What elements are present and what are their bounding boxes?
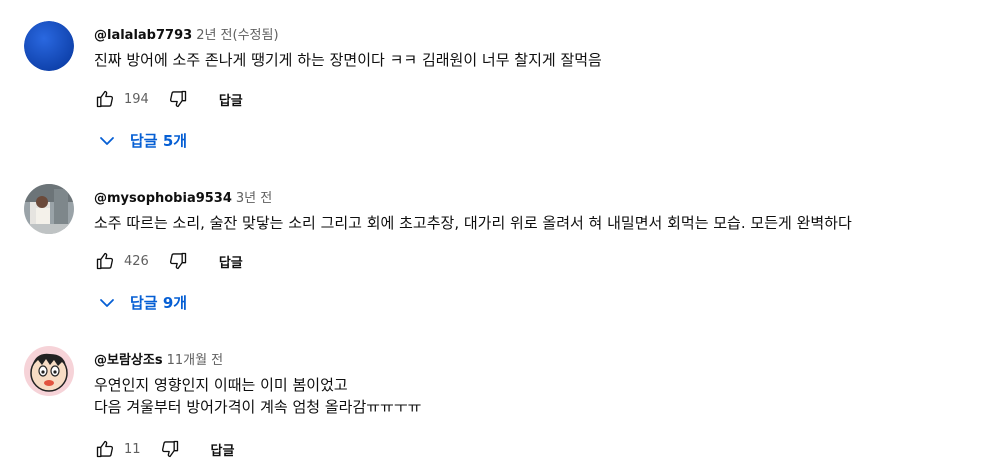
like-icon[interactable] <box>94 250 116 272</box>
like-count: 426 <box>124 253 149 269</box>
chevron-down-icon <box>100 298 114 307</box>
chevron-down-icon <box>100 136 114 145</box>
comment-line: 우연인지 영향인지 이때는 이미 봄이었고 <box>94 376 348 394</box>
avatar[interactable] <box>24 346 74 396</box>
comment-text: 소주 따르는 소리, 술잔 맞닿는 소리 그리고 회에 초고추장, 대가리 위로… <box>94 212 852 234</box>
comment-header: @보람상조s 11개월 전 <box>94 349 223 368</box>
like-icon[interactable] <box>94 88 116 110</box>
reply-button[interactable]: 답글 <box>219 90 243 109</box>
comment-actions: 426 답글 <box>94 249 243 273</box>
like-count: 194 <box>124 91 149 107</box>
comment-time[interactable]: 2년 전(수정됨) <box>196 28 278 43</box>
avatar[interactable] <box>24 184 74 234</box>
comment-time[interactable]: 11개월 전 <box>167 353 224 368</box>
like-icon[interactable] <box>94 438 116 460</box>
comment-author[interactable]: @mysophobia9534 <box>94 191 232 206</box>
dislike-icon[interactable] <box>167 88 189 110</box>
comment-text: 우연인지 영향인지 이때는 이미 봄이었고 다음 겨울부터 방어가격이 계속 엄… <box>94 374 421 418</box>
comment-actions: 11 답글 <box>94 437 234 461</box>
dislike-icon[interactable] <box>167 250 189 272</box>
comment-author[interactable]: @lalalab7793 <box>94 28 192 43</box>
comment-text: 진짜 방어에 소주 존나게 땡기게 하는 장면이다 ㅋㅋ 김래원이 너무 찰지게… <box>94 49 602 71</box>
reply-button[interactable]: 답글 <box>211 440 235 459</box>
comment-actions: 194 답글 <box>94 87 243 111</box>
like-count: 11 <box>124 441 141 457</box>
comment-author[interactable]: @보람상조s <box>94 353 163 368</box>
comment-header: @mysophobia9534 3년 전 <box>94 187 272 206</box>
comment-time[interactable]: 3년 전 <box>236 191 272 206</box>
avatar[interactable] <box>24 21 74 71</box>
replies-label: 답글 9개 <box>130 294 188 312</box>
view-replies-button[interactable]: 답글 5개 <box>98 130 187 151</box>
comment-line: 진짜 방어에 소주 존나게 땡기게 하는 장면이다 ㅋㅋ 김래원이 너무 찰지게… <box>94 51 602 69</box>
reply-button[interactable]: 답글 <box>219 252 243 271</box>
dislike-icon[interactable] <box>159 438 181 460</box>
comment-line: 소주 따르는 소리, 술잔 맞닿는 소리 그리고 회에 초고추장, 대가리 위로… <box>94 214 852 232</box>
view-replies-button[interactable]: 답글 9개 <box>98 292 187 313</box>
comment-header: @lalalab7793 2년 전(수정됨) <box>94 24 279 43</box>
comment-line: 다음 겨울부터 방어가격이 계속 엄청 올라감ㅠㅠㅜㅠ <box>94 398 422 416</box>
replies-label: 답글 5개 <box>130 132 188 150</box>
